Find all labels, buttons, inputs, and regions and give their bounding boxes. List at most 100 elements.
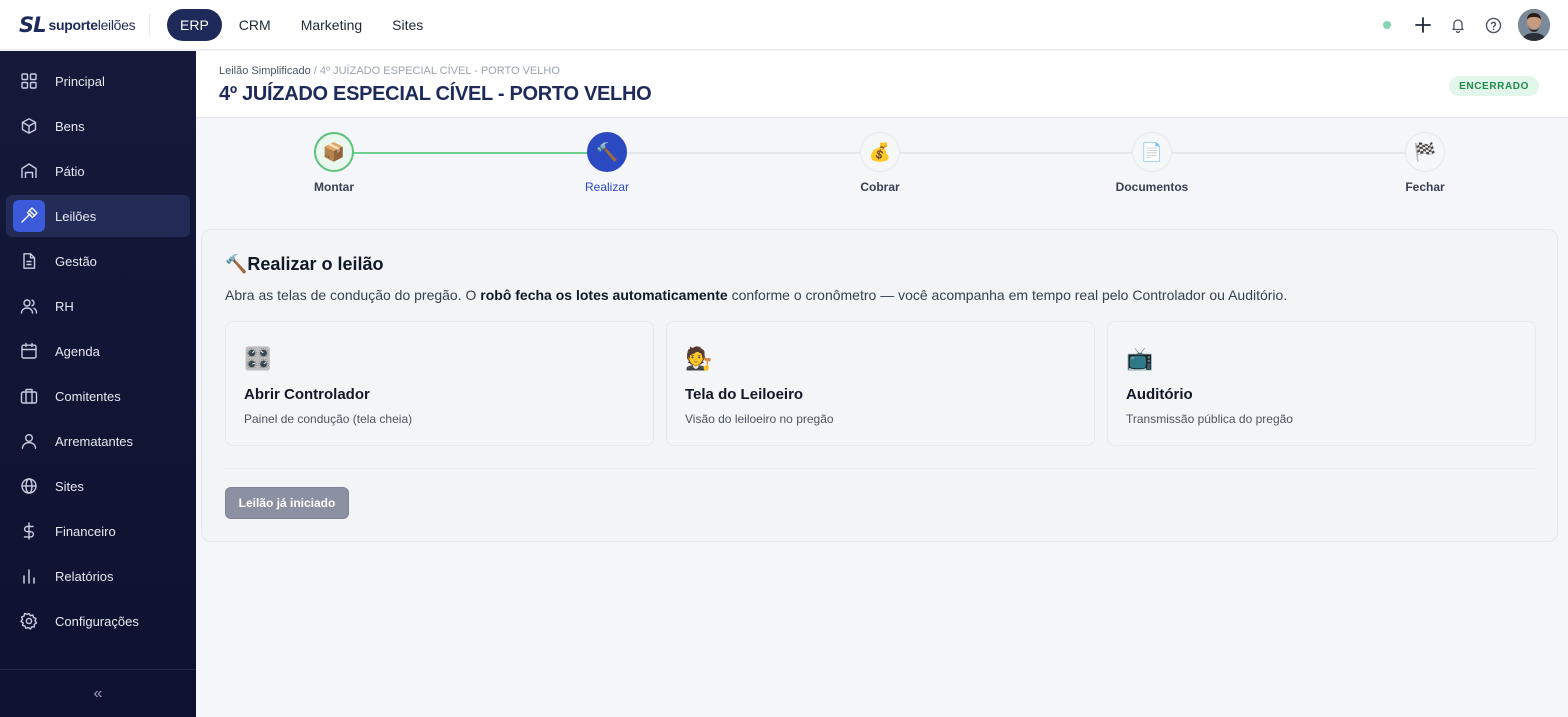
brand-logo[interactable]: SL suporteleilões — [19, 13, 149, 37]
page-header: Leilão Simplificado / 4º JUÍZADO ESPECIA… — [196, 51, 1568, 118]
sidebar-collapse-button[interactable]: « — [0, 669, 196, 717]
option-title: Abrir Controlador — [244, 386, 370, 403]
sidebar-item-label: Bens — [55, 118, 85, 134]
sidebar-item-label: Arrematantes — [55, 433, 134, 449]
sidebar-item-financeiro[interactable]: Financeiro — [6, 510, 190, 552]
topnav-sites[interactable]: Sites — [379, 9, 436, 41]
users-icon — [13, 290, 45, 322]
step-cobrar[interactable]: 💰 Cobrar — [825, 132, 935, 194]
television-icon: 📺 — [1126, 346, 1154, 371]
option-title: Tela do Leiloeiro — [685, 386, 804, 403]
topnav-erp[interactable]: ERP — [167, 8, 222, 41]
help-icon[interactable] — [1483, 15, 1503, 35]
card-title-text: Realizar o leilão — [247, 254, 384, 274]
brand-name: suporteleilões — [48, 16, 136, 33]
step-label: Montar — [314, 180, 354, 194]
open-controller-card[interactable]: 🎛️ Abrir Controlador Painel de condução … — [225, 321, 654, 446]
plus-icon[interactable] — [1413, 15, 1433, 35]
sidebar-item-label: Sites — [55, 478, 84, 494]
sidebar-item-rh[interactable]: RH — [6, 285, 190, 327]
sidebar-item-label: Configurações — [55, 613, 139, 629]
calendar-icon — [13, 335, 45, 367]
step-label: Fechar — [1405, 180, 1445, 194]
sidebar-item-label: RH — [55, 298, 74, 314]
option-subtitle: Painel de condução (tela cheia) — [244, 412, 413, 426]
sidebar-item-label: Agenda — [55, 343, 100, 359]
chevrons-left-icon: « — [93, 684, 103, 702]
hammer-icon: 🔨 — [587, 132, 627, 172]
step-label: Documentos — [1115, 180, 1189, 194]
breadcrumb-link[interactable]: Leilão Simplificado — [219, 65, 311, 77]
sidebar-item-label: Principal — [55, 73, 105, 89]
sidebar-item-gestao[interactable]: Gestão — [6, 240, 190, 282]
card-title: 🔨Realizar o leilão — [225, 254, 383, 275]
sidebar-item-comitentes[interactable]: Comitentes — [6, 375, 190, 417]
sidebar-item-sites[interactable]: Sites — [6, 465, 190, 507]
judge-icon: 🧑‍⚖️ — [685, 346, 713, 371]
control-knobs-icon: 🎛️ — [244, 346, 272, 371]
sidebar-item-patio[interactable]: Pátio — [6, 150, 190, 192]
topnav-crm[interactable]: CRM — [226, 9, 284, 41]
step-realizar[interactable]: 🔨 Realizar — [552, 132, 662, 194]
document-icon: 📄 — [1132, 132, 1172, 172]
sidebar-item-label: Pátio — [55, 163, 85, 179]
document-icon — [13, 245, 45, 277]
hammer-icon: 🔨 — [225, 254, 248, 274]
step-label: Realizar — [584, 180, 629, 194]
sidebar-item-label: Gestão — [55, 253, 97, 269]
user-icon — [13, 425, 45, 457]
grid-icon — [13, 65, 45, 97]
sidebar: Principal Bens Pátio Leilões Gestão RH A… — [0, 51, 196, 717]
sidebar-item-principal[interactable]: Principal — [6, 60, 190, 102]
auctioneer-screen-card[interactable]: 🧑‍⚖️ Tela do Leiloeiro Visão do leiloeir… — [666, 321, 1095, 446]
sidebar-item-agenda[interactable]: Agenda — [6, 330, 190, 372]
description-text: conforme o cronômetro — você acompanha e… — [727, 287, 1288, 303]
sidebar-item-leiloes[interactable]: Leilões — [6, 195, 190, 237]
breadcrumb: Leilão Simplificado / 4º JUÍZADO ESPECIA… — [219, 65, 560, 77]
sidebar-item-relatorios[interactable]: Relatórios — [6, 555, 190, 597]
description-highlight: robô fecha os lotes automaticamente — [480, 287, 728, 303]
online-status-dot — [1383, 21, 1391, 29]
step-fechar[interactable]: 🏁 Fechar — [1370, 132, 1480, 194]
globe-icon — [13, 470, 45, 502]
top-actions — [1383, 8, 1550, 42]
gear-icon — [13, 605, 45, 637]
auditorium-card[interactable]: 📺 Auditório Transmissão pública do pregã… — [1107, 321, 1536, 446]
auction-started-button[interactable]: Leilão já iniciado — [225, 487, 349, 519]
divider — [225, 468, 1535, 469]
description-text: Abra as telas de condução do pregão. O — [225, 287, 481, 303]
step-montar[interactable]: 📦 Montar — [279, 132, 389, 194]
box-icon — [13, 110, 45, 142]
package-icon: 📦 — [314, 132, 354, 172]
warehouse-icon — [13, 155, 45, 187]
brand-mark: SL — [19, 12, 46, 37]
sidebar-item-bens[interactable]: Bens — [6, 105, 190, 147]
checkered-flag-icon: 🏁 — [1405, 132, 1445, 172]
option-title: Auditório — [1126, 386, 1193, 403]
step-documentos[interactable]: 📄 Documentos — [1097, 132, 1207, 194]
progress-stepper: 📦 Montar 🔨 Realizar 💰 Cobrar 📄 Documento… — [196, 118, 1568, 228]
user-avatar[interactable] — [1518, 9, 1550, 41]
top-nav: ERP CRM Marketing Sites — [167, 8, 436, 41]
sidebar-item-label: Relatórios — [55, 568, 114, 584]
sidebar-item-arrematantes[interactable]: Arrematantes — [6, 420, 190, 462]
option-subtitle: Visão do leiloeiro no pregão — [685, 412, 834, 426]
sidebar-item-configuracoes[interactable]: Configurações — [6, 600, 190, 642]
breadcrumb-separator: / — [313, 65, 317, 77]
money-bag-icon: 💰 — [860, 132, 900, 172]
sidebar-item-label: Comitentes — [55, 388, 121, 404]
bell-icon[interactable] — [1448, 15, 1468, 35]
dollar-icon — [13, 515, 45, 547]
option-subtitle: Transmissão pública do pregão — [1126, 412, 1293, 426]
topnav-marketing[interactable]: Marketing — [288, 9, 375, 41]
page-title: 4º JUÍZADO ESPECIAL CÍVEL - PORTO VELHO — [219, 83, 652, 105]
breadcrumb-current: 4º JUÍZADO ESPECIAL CÍVEL - PORTO VELHO — [319, 65, 560, 77]
step-label: Cobrar — [860, 180, 900, 194]
sidebar-item-label: Financeiro — [55, 523, 116, 539]
realizar-card: 🔨Realizar o leilão Abra as telas de cond… — [201, 229, 1558, 542]
top-bar: SL suporteleilões ERP CRM Marketing Site… — [0, 0, 1568, 50]
status-badge: ENCERRADO — [1449, 76, 1539, 96]
bar-chart-icon — [13, 560, 45, 592]
building-icon — [13, 380, 45, 412]
divider — [149, 13, 150, 36]
